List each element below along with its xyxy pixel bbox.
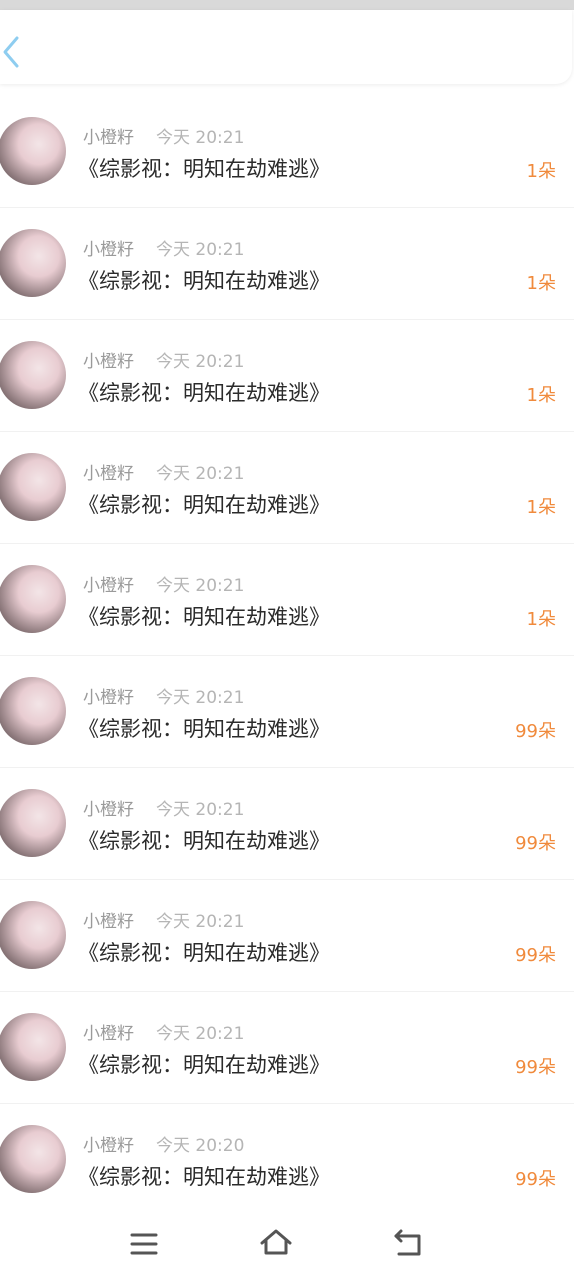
chevron-left-icon [3, 36, 19, 68]
list-item[interactable]: 小橙籽 今天 20:21 《综影视：明知在劫难逃》 1朵 [0, 96, 574, 208]
timestamp: 今天 20:21 [156, 464, 245, 484]
book-title: 《综影视：明知在劫难逃》 [78, 269, 330, 293]
gift-amount: 99朵 [515, 721, 556, 742]
book-title: 《综影视：明知在劫难逃》 [78, 1053, 330, 1077]
username: 小橙籽 [83, 464, 134, 484]
home-button[interactable] [256, 1224, 296, 1264]
username: 小橙籽 [83, 800, 134, 820]
gift-record-list: 小橙籽 今天 20:21 《综影视：明知在劫难逃》 1朵 小橙籽 今天 20:2… [0, 96, 574, 1216]
username: 小橙籽 [83, 1136, 134, 1156]
avatar [0, 901, 66, 969]
menu-button[interactable] [124, 1224, 164, 1264]
timestamp: 今天 20:21 [156, 688, 245, 708]
avatar [0, 117, 66, 185]
username: 小橙籽 [83, 688, 134, 708]
timestamp: 今天 20:21 [156, 912, 245, 932]
avatar [0, 1013, 66, 1081]
avatar [0, 677, 66, 745]
book-title: 《综影视：明知在劫难逃》 [78, 941, 330, 965]
list-item[interactable]: 小橙籽 今天 20:21 《综影视：明知在劫难逃》 99朵 [0, 992, 574, 1104]
gift-amount: 99朵 [515, 833, 556, 854]
system-back-button[interactable] [388, 1224, 428, 1264]
timestamp: 今天 20:21 [156, 240, 245, 260]
book-title: 《综影视：明知在劫难逃》 [78, 1165, 330, 1189]
gift-amount: 1朵 [526, 161, 556, 182]
list-item[interactable]: 小橙籽 今天 20:21 《综影视：明知在劫难逃》 99朵 [0, 880, 574, 992]
username: 小橙籽 [83, 128, 134, 148]
timestamp: 今天 20:20 [156, 1136, 245, 1156]
book-title: 《综影视：明知在劫难逃》 [78, 605, 330, 629]
system-navigation-bar [0, 1210, 574, 1280]
username: 小橙籽 [83, 576, 134, 596]
gift-amount: 1朵 [526, 273, 556, 294]
status-bar [0, 0, 574, 10]
book-title: 《综影视：明知在劫难逃》 [78, 381, 330, 405]
timestamp: 今天 20:21 [156, 576, 245, 596]
top-bar [0, 10, 572, 84]
list-item[interactable]: 小橙籽 今天 20:20 《综影视：明知在劫难逃》 99朵 [0, 1104, 574, 1216]
home-icon [260, 1229, 292, 1255]
timestamp: 今天 20:21 [156, 352, 245, 372]
gift-amount: 99朵 [515, 945, 556, 966]
timestamp: 今天 20:21 [156, 1024, 245, 1044]
list-item[interactable]: 小橙籽 今天 20:21 《综影视：明知在劫难逃》 1朵 [0, 432, 574, 544]
timestamp: 今天 20:21 [156, 128, 245, 148]
gift-amount: 1朵 [526, 385, 556, 406]
gift-amount: 99朵 [515, 1057, 556, 1078]
username: 小橙籽 [83, 352, 134, 372]
avatar [0, 565, 66, 633]
list-item[interactable]: 小橙籽 今天 20:21 《综影视：明知在劫难逃》 99朵 [0, 768, 574, 880]
gift-amount: 1朵 [526, 497, 556, 518]
list-item[interactable]: 小橙籽 今天 20:21 《综影视：明知在劫难逃》 99朵 [0, 656, 574, 768]
back-button[interactable] [0, 30, 30, 74]
book-title: 《综影视：明知在劫难逃》 [78, 493, 330, 517]
book-title: 《综影视：明知在劫难逃》 [78, 157, 330, 181]
menu-icon [130, 1233, 158, 1255]
avatar [0, 341, 66, 409]
username: 小橙籽 [83, 912, 134, 932]
list-item[interactable]: 小橙籽 今天 20:21 《综影视：明知在劫难逃》 1朵 [0, 320, 574, 432]
list-item[interactable]: 小橙籽 今天 20:21 《综影视：明知在劫难逃》 1朵 [0, 208, 574, 320]
avatar [0, 1125, 66, 1193]
system-back-icon [394, 1229, 421, 1256]
book-title: 《综影视：明知在劫难逃》 [78, 829, 330, 853]
avatar [0, 453, 66, 521]
avatar [0, 229, 66, 297]
gift-amount: 99朵 [515, 1169, 556, 1190]
avatar [0, 789, 66, 857]
username: 小橙籽 [83, 1024, 134, 1044]
timestamp: 今天 20:21 [156, 800, 245, 820]
list-item[interactable]: 小橙籽 今天 20:21 《综影视：明知在劫难逃》 1朵 [0, 544, 574, 656]
username: 小橙籽 [83, 240, 134, 260]
gift-amount: 1朵 [526, 609, 556, 630]
book-title: 《综影视：明知在劫难逃》 [78, 717, 330, 741]
